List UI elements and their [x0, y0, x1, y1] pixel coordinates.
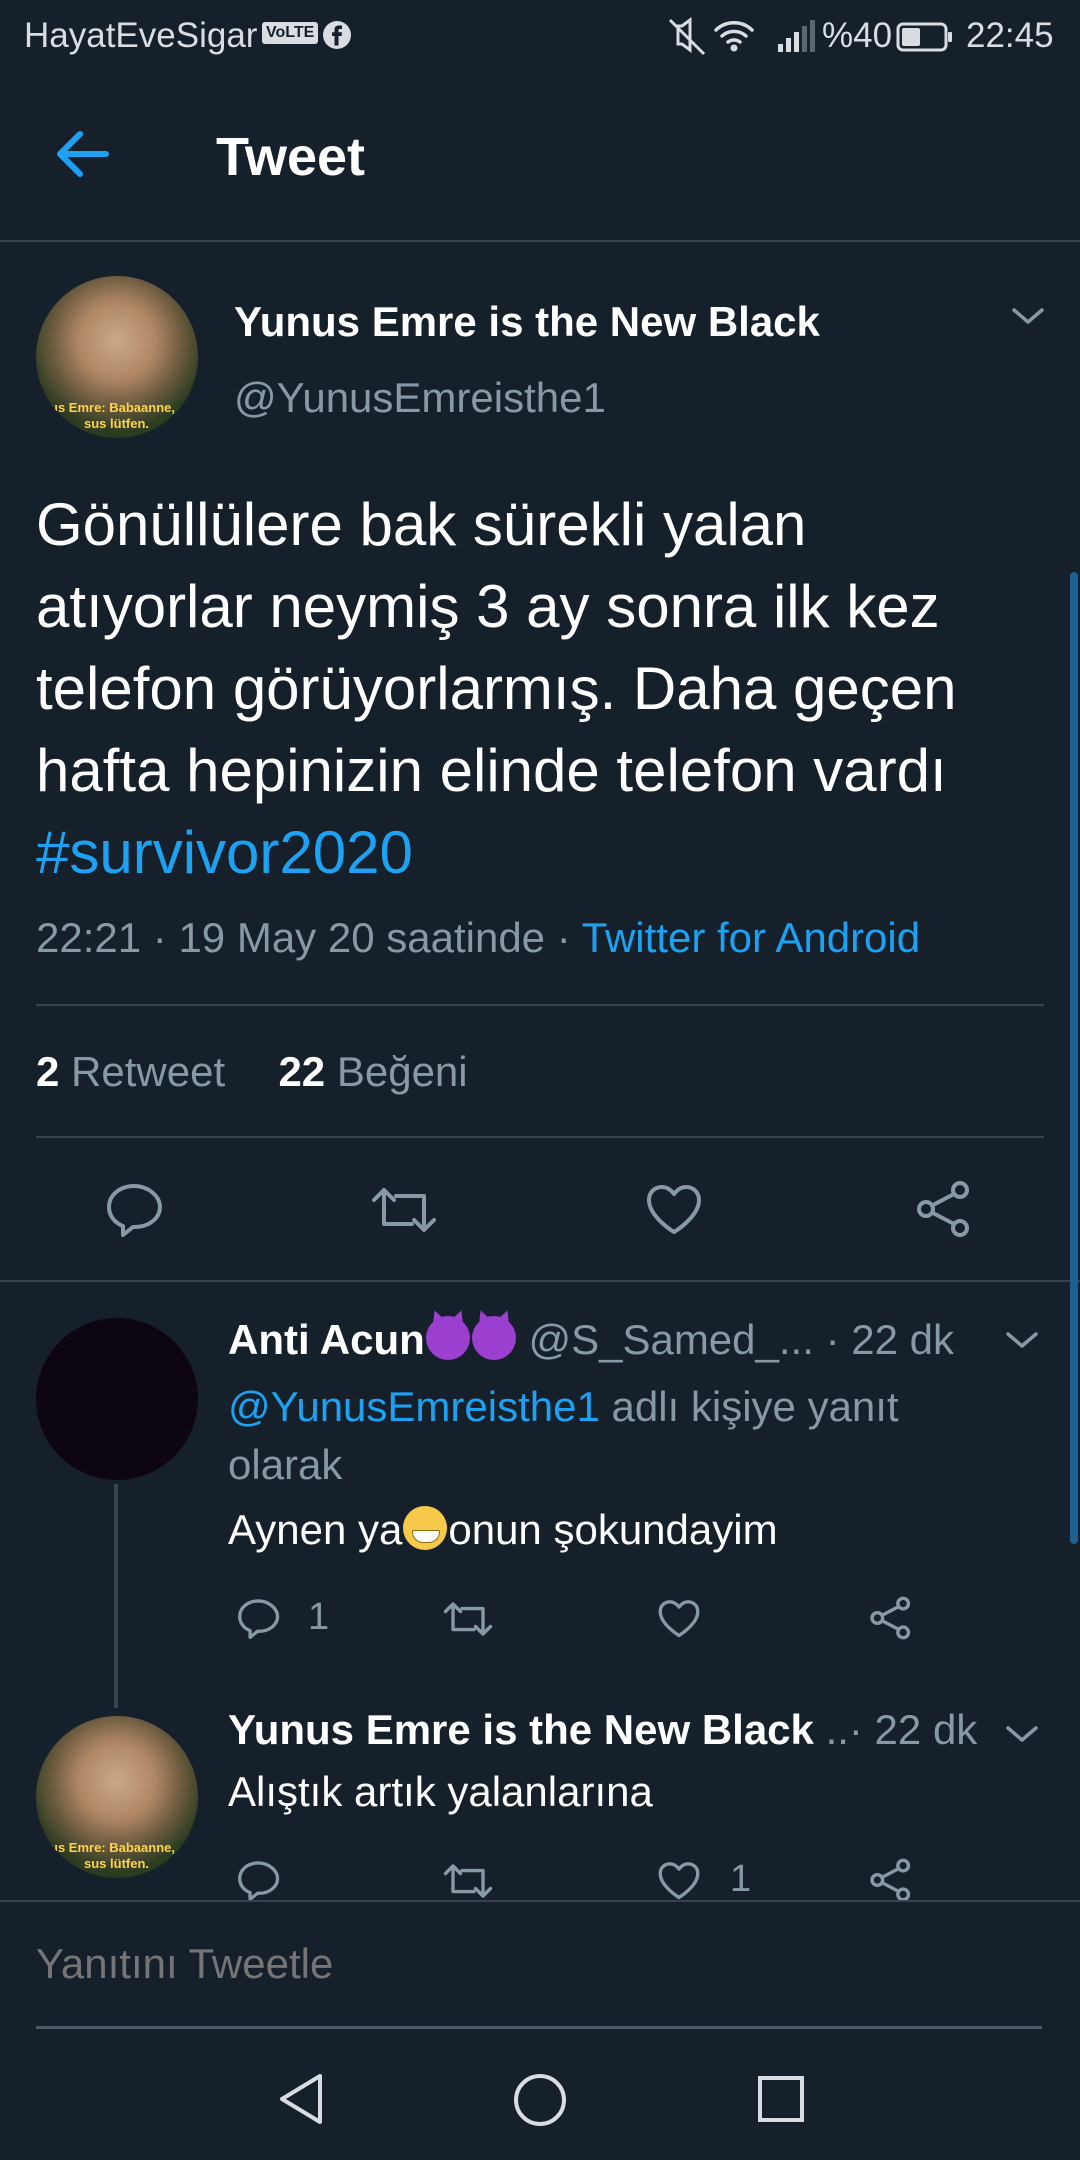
- wifi-icon: [712, 16, 756, 56]
- avatar-caption: us Emre: Babaanne,: [50, 1840, 175, 1855]
- reply-handle[interactable]: ..: [826, 1706, 849, 1753]
- chevron-down-icon[interactable]: [1010, 304, 1046, 328]
- reply-display-name[interactable]: Yunus Emre is the New Black: [228, 1706, 814, 1753]
- tweet-stats: 2 Retweet 22 Beğeni: [36, 1048, 468, 1096]
- reply-age: · 22 dk: [825, 1316, 954, 1363]
- page-title: Tweet: [216, 127, 366, 187]
- divider: [36, 1004, 1044, 1006]
- tweet-text: Gönüllülere bak sürekli yalan atıyorlar …: [36, 484, 1046, 894]
- share-icon[interactable]: [914, 1180, 974, 1238]
- clock: 22:45: [966, 16, 1054, 55]
- nav-home-icon[interactable]: [512, 2072, 568, 2128]
- author-handle[interactable]: @YunusEmreisthe1: [234, 374, 606, 422]
- header: Tweet: [0, 76, 1080, 242]
- retweet-icon[interactable]: [442, 1598, 494, 1640]
- chevron-down-icon[interactable]: [1004, 1722, 1040, 1746]
- mute-icon: [666, 16, 708, 58]
- reply-icon[interactable]: [104, 1180, 166, 1238]
- divider: [0, 1280, 1080, 1282]
- battery-percent: %40: [822, 16, 893, 55]
- reply-icon[interactable]: [236, 1596, 282, 1640]
- separator: ·: [556, 914, 571, 961]
- author-display-name[interactable]: Yunus Emre is the New Black: [234, 298, 820, 346]
- avatar-caption: us Emre: Babaanne,: [50, 400, 175, 415]
- chevron-down-icon[interactable]: [1004, 1328, 1040, 1352]
- carrier-name: HayatEveSigar: [24, 16, 258, 55]
- replying-to-link[interactable]: @YunusEmreisthe1: [228, 1383, 600, 1430]
- like-icon[interactable]: [656, 1598, 702, 1640]
- like-label: Beğeni: [336, 1048, 468, 1095]
- nav-recents-icon[interactable]: [756, 2074, 806, 2124]
- signal-icon: [776, 18, 816, 54]
- retweet-count: 2: [36, 1048, 60, 1095]
- separator: ·: [152, 914, 167, 961]
- tweet-text-line: telefon görüyorlarmış. Daha geçen: [36, 655, 957, 722]
- hashtag-link[interactable]: #survivor2020: [36, 812, 1046, 894]
- retweet-stat[interactable]: 2 Retweet: [36, 1048, 225, 1095]
- input-underline: [36, 2026, 1042, 2029]
- avatar-caption: sus lütfen.: [84, 1856, 150, 1871]
- like-icon[interactable]: [644, 1182, 704, 1238]
- status-bar: HayatEveSigar VoLTE %40 22:45: [0, 0, 1080, 76]
- tweet-text-line: Gönüllülere bak sürekli yalan: [36, 491, 807, 558]
- share-icon[interactable]: [868, 1858, 914, 1902]
- share-icon[interactable]: [868, 1596, 914, 1640]
- retweet-icon[interactable]: [442, 1860, 494, 1902]
- tweet-source-link[interactable]: Twitter for Android: [582, 914, 920, 961]
- volte-badge: VoLTE: [262, 22, 319, 44]
- tweet-date: 19 May 20 saatinde: [178, 914, 546, 961]
- tweet-text-line: atıyorlar neymiş 3 ay sonra ilk kez: [36, 573, 940, 640]
- author-avatar[interactable]: us Emre: Babaanne, sus lütfen.: [36, 276, 198, 438]
- retweet-icon[interactable]: [370, 1182, 438, 1238]
- divider: [36, 1136, 1044, 1138]
- tweet-text-line: hafta hepinizin elinde telefon vardı: [36, 737, 947, 804]
- like-count: 1: [730, 1858, 752, 1900]
- battery-icon: [896, 22, 954, 52]
- scrollbar[interactable]: [1070, 572, 1078, 1544]
- tweet-meta: 22:21 · 19 May 20 saatinde · Twitter for…: [36, 914, 920, 962]
- reply-text-part: Aynen ya: [228, 1506, 403, 1553]
- like-count: 22: [278, 1048, 326, 1095]
- devil-emoji: [425, 1316, 470, 1360]
- grin-emoji: [403, 1506, 448, 1550]
- retweet-label: Retweet: [71, 1048, 226, 1095]
- devil-emoji: [471, 1316, 516, 1360]
- reply-age: · 22 dk: [848, 1706, 978, 1753]
- reply-handle[interactable]: @S_Samed_...: [528, 1316, 813, 1363]
- reply-avatar[interactable]: [36, 1318, 198, 1480]
- replying-to-text: olarak: [228, 1441, 343, 1488]
- tweet-time: 22:21: [36, 914, 142, 961]
- reply-avatar[interactable]: us Emre: Babaanne, sus lütfen.: [36, 1716, 198, 1878]
- reply-display-name[interactable]: Anti Acun: [228, 1316, 425, 1363]
- reply-text: Alıştık artık yalanlarına: [228, 1768, 653, 1815]
- reply-header: Anti Acun @S_Samed_... · 22 dk: [228, 1316, 954, 1364]
- reply-composer: [0, 1900, 1080, 2042]
- back-arrow-icon[interactable]: [52, 128, 112, 180]
- reply-header: Yunus Emre is the New Black ..· 22 dk: [228, 1706, 977, 1754]
- replying-to-text: adlı kişiye yanıt: [599, 1383, 899, 1430]
- reply-input[interactable]: [36, 1932, 1040, 1996]
- reply-icon[interactable]: [236, 1858, 282, 1902]
- reply-count: 1: [308, 1596, 330, 1638]
- avatar-caption: sus lütfen.: [84, 416, 150, 431]
- replying-to: @YunusEmreisthe1 adlı kişiye yanıt olara…: [228, 1378, 1028, 1494]
- facebook-icon: [322, 20, 352, 50]
- reply-text: Aynen ya onun şokundayim: [228, 1506, 778, 1554]
- navigation-bar: [0, 2040, 1080, 2160]
- reply-text-part: onun şokundayim: [448, 1506, 778, 1553]
- nav-back-icon[interactable]: [274, 2070, 328, 2128]
- like-icon[interactable]: [656, 1860, 702, 1902]
- thread-line: [114, 1484, 118, 1708]
- like-stat[interactable]: 22 Beğeni: [278, 1048, 467, 1095]
